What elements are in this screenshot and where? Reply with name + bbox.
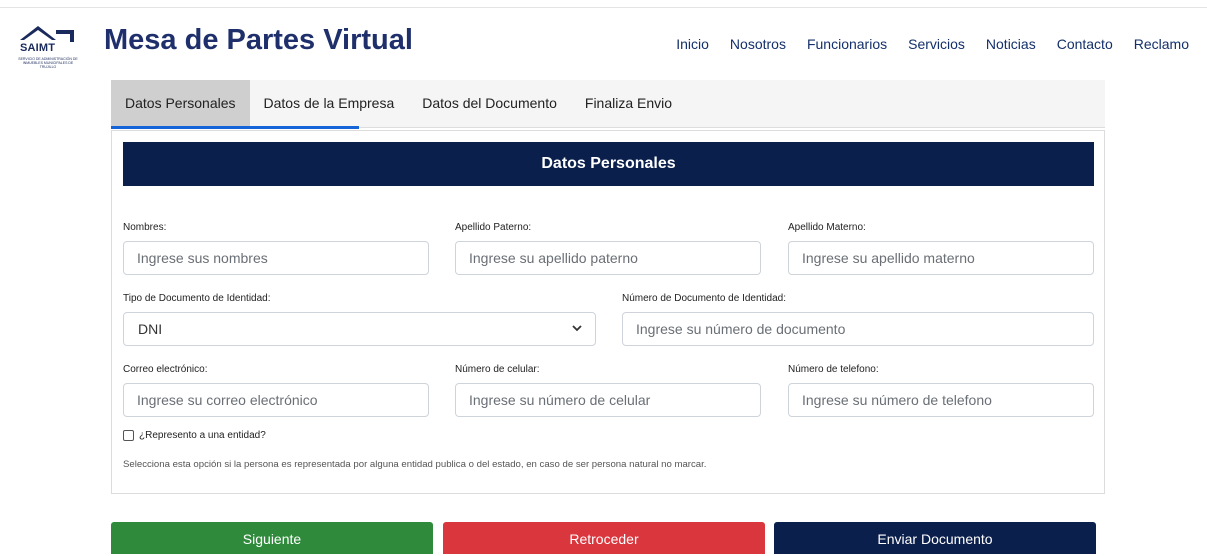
numero-documento-input[interactable] (622, 312, 1094, 346)
form-tabs: Datos Personales Datos de la Empresa Dat… (111, 80, 1105, 128)
nav-reclamo[interactable]: Reclamo (1134, 36, 1189, 52)
retroceder-button[interactable]: Retroceder (443, 522, 765, 554)
tab-datos-empresa[interactable]: Datos de la Empresa (250, 80, 409, 127)
main-nav: Inicio Nosotros Funcionarios Servicios N… (650, 36, 1189, 52)
nav-funcionarios[interactable]: Funcionarios (807, 36, 887, 52)
nav-servicios[interactable]: Servicios (908, 36, 965, 52)
nav-contacto[interactable]: Contacto (1057, 36, 1113, 52)
telefono-label: Número de telefono: (788, 364, 879, 375)
apellido-materno-input[interactable] (788, 241, 1094, 275)
site-header: SAIMT SERVICIO DE ADMINISTRACIÓN DE INMU… (0, 0, 1207, 78)
celular-input[interactable] (455, 383, 761, 417)
tab-progress-indicator (111, 126, 359, 129)
panel-title: Datos Personales (123, 142, 1094, 186)
saimt-logo[interactable]: SAIMT SERVICIO DE ADMINISTRACIÓN DE INMU… (16, 22, 80, 78)
tab-datos-documento[interactable]: Datos del Documento (408, 80, 571, 127)
apellido-materno-label: Apellido Materno: (788, 222, 866, 233)
correo-input[interactable] (123, 383, 429, 417)
personal-data-panel: Datos Personales Nombres: Apellido Pater… (111, 130, 1105, 494)
representa-entidad-checkbox[interactable] (123, 430, 134, 441)
telefono-input[interactable] (788, 383, 1094, 417)
tab-finaliza-envio[interactable]: Finaliza Envio (571, 80, 686, 127)
nombres-input[interactable] (123, 241, 429, 275)
tipo-documento-value: DNI (138, 321, 163, 337)
numero-documento-label: Número de Documento de Identidad: (622, 293, 786, 304)
enviar-documento-button[interactable]: Enviar Documento (774, 522, 1096, 554)
representa-entidad-label[interactable]: ¿Represento a una entidad? (139, 430, 266, 441)
nav-nosotros[interactable]: Nosotros (730, 36, 786, 52)
tab-datos-personales[interactable]: Datos Personales (111, 80, 250, 127)
chevron-down-icon (572, 325, 582, 332)
tipo-documento-label: Tipo de Documento de Identidad: (123, 293, 271, 304)
apellido-paterno-input[interactable] (455, 241, 761, 275)
site-title: Mesa de Partes Virtual (104, 24, 413, 56)
nav-noticias[interactable]: Noticias (986, 36, 1036, 52)
siguiente-button[interactable]: Siguiente (111, 522, 433, 554)
representa-entidad-option: ¿Represento a una entidad? (123, 430, 266, 441)
help-text: Selecciona esta opción si la persona es … (123, 459, 707, 470)
nombres-label: Nombres: (123, 222, 167, 233)
celular-label: Número de celular: (455, 364, 540, 375)
logo-subtext: SERVICIO DE ADMINISTRACIÓN DE INMUEBLES … (18, 57, 78, 69)
apellido-paterno-label: Apellido Paterno: (455, 222, 532, 233)
nav-inicio[interactable]: Inicio (676, 36, 709, 52)
logo-text: SAIMT (20, 42, 56, 54)
tipo-documento-select[interactable]: DNI (123, 312, 596, 346)
correo-label: Correo electrónico: (123, 364, 208, 375)
